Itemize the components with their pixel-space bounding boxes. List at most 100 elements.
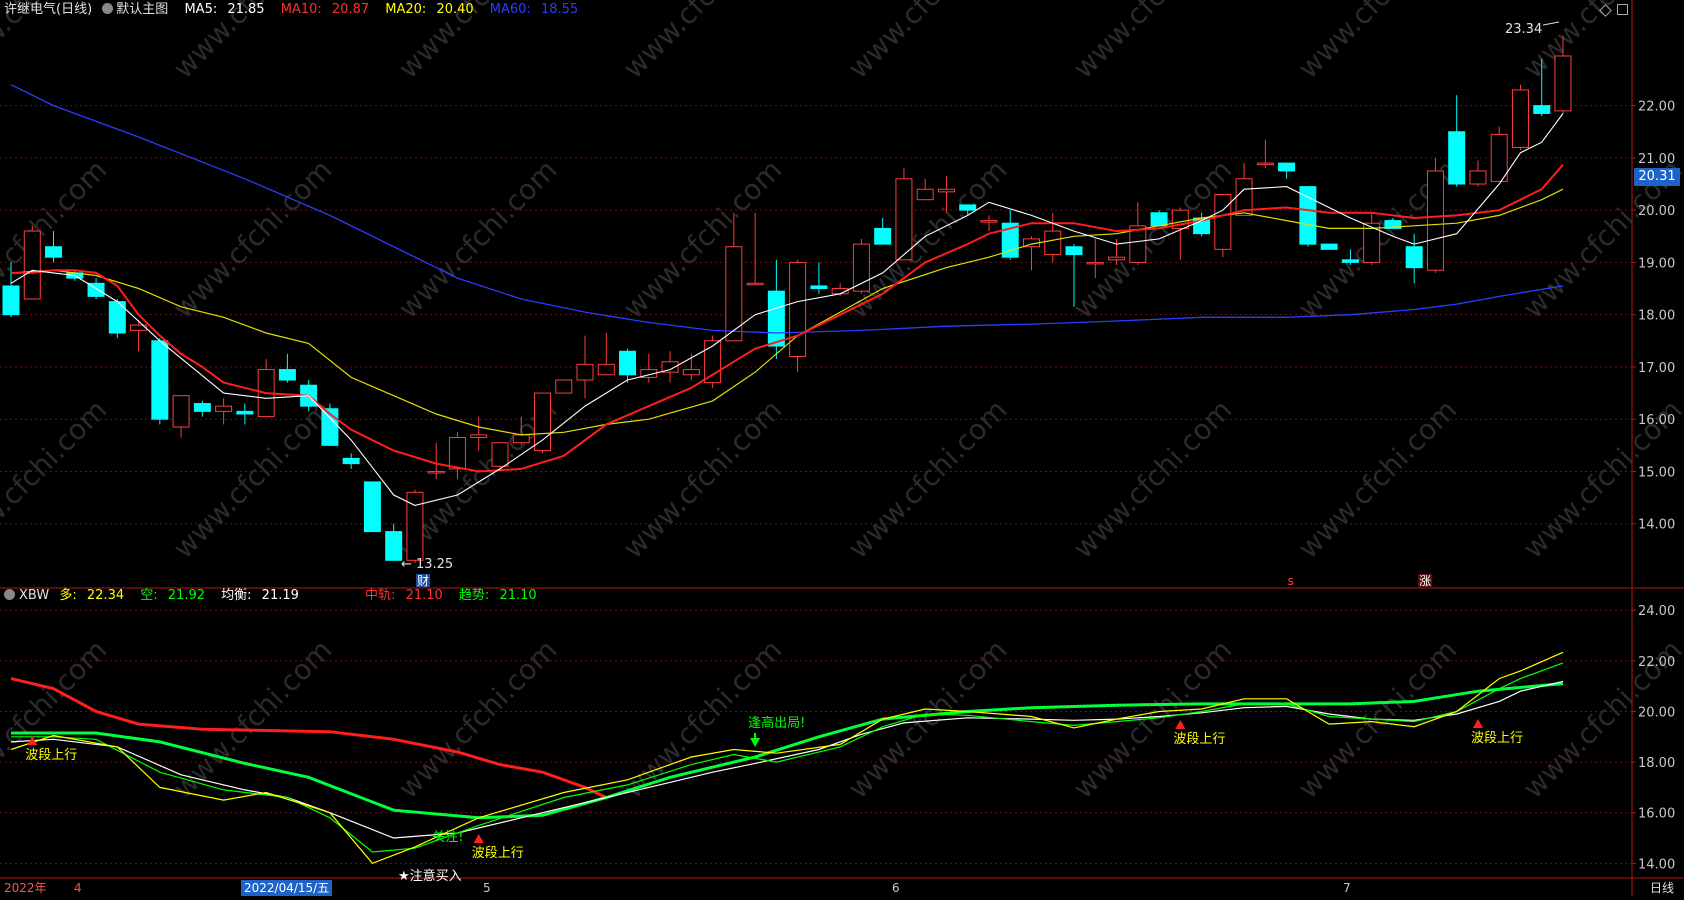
candle-body[interactable] xyxy=(1278,162,1296,172)
candle-body[interactable] xyxy=(1256,162,1274,166)
price-tick-label: 14.00 xyxy=(1638,518,1675,533)
candle-body[interactable] xyxy=(23,230,41,300)
xbw-junheng-value: 21.19 xyxy=(261,588,299,603)
wave-up-label: 波段上行 xyxy=(1471,731,1523,746)
candle-body[interactable] xyxy=(1448,131,1466,185)
candle-body[interactable] xyxy=(682,369,700,376)
ma10-line xyxy=(11,164,1564,473)
gear-icon xyxy=(102,3,114,14)
candle-body[interactable] xyxy=(1490,133,1508,182)
candle-body[interactable] xyxy=(385,531,403,561)
price-tick-label: 19.00 xyxy=(1638,256,1675,271)
candle-body[interactable] xyxy=(789,261,807,357)
candle-body[interactable] xyxy=(1405,246,1423,269)
template-selector[interactable]: 默认主图 xyxy=(102,2,174,17)
candle-body[interactable] xyxy=(427,470,445,474)
candle-body[interactable] xyxy=(470,434,488,438)
candle-body[interactable] xyxy=(895,178,913,261)
ma5-label: MA5: xyxy=(184,2,218,17)
ma20-label: MA20: xyxy=(385,2,427,17)
chart-canvas[interactable]: www.cfchi.com www.cfchi.com www.cfchi.com w… xyxy=(0,0,1684,896)
candle-body[interactable] xyxy=(852,243,870,292)
watermark-layer: www.cfchi.com www.cfchi.com www.cfchi.com w… xyxy=(0,0,1684,805)
candle-body[interactable] xyxy=(2,285,20,316)
candle-body[interactable] xyxy=(1426,170,1444,271)
candle-body[interactable] xyxy=(1299,186,1317,245)
watermark-text: www.cfchi.com xyxy=(1067,633,1239,805)
axes: 22.00 21.00 20.00 19.00 18.00 17.00 16.00 15.00… xyxy=(1632,100,1675,872)
candle-body[interactable] xyxy=(193,403,211,412)
candle-body[interactable] xyxy=(746,282,764,286)
stock-name[interactable]: 许继电气(日线) xyxy=(4,2,92,17)
candle-body[interactable] xyxy=(810,285,828,290)
candle-body[interactable] xyxy=(597,363,615,376)
high-price-label: 23.34 xyxy=(1505,22,1542,37)
candle-body[interactable] xyxy=(1044,230,1062,256)
candle-body[interactable] xyxy=(172,395,190,428)
ma20-value: 20.40 xyxy=(436,2,474,17)
candle-body[interactable] xyxy=(1065,246,1083,256)
xbw-zhonggui: 中轨: 21.10 xyxy=(365,588,449,603)
xbw-zhonggui-label: 中轨: xyxy=(365,588,396,603)
candle-body[interactable] xyxy=(45,246,63,258)
candle-body[interactable] xyxy=(1108,256,1126,261)
price-tick-label: 22.00 xyxy=(1638,100,1675,115)
candle-body[interactable] xyxy=(363,481,381,533)
candle-body[interactable] xyxy=(1214,193,1232,250)
candle-body[interactable] xyxy=(916,188,934,201)
candle-body[interactable] xyxy=(576,363,594,381)
xbw-kong: 空: 21.92 xyxy=(140,588,211,603)
event-label-s: s xyxy=(1288,574,1294,588)
candle-body[interactable] xyxy=(704,340,722,384)
candle-body[interactable] xyxy=(491,442,509,467)
xbw-name: XBW xyxy=(19,588,50,603)
template-label: 默认主图 xyxy=(116,2,169,17)
candle-body[interactable] xyxy=(619,350,637,376)
settings-icon[interactable] xyxy=(4,589,15,600)
buy-signal-triangle xyxy=(1472,719,1483,728)
candle-body[interactable] xyxy=(512,434,530,444)
candle-body[interactable] xyxy=(1320,243,1338,250)
candle-body[interactable] xyxy=(1086,261,1104,265)
time-month-5: 5 xyxy=(483,881,491,895)
xbw-header: XBW 多: 22.34 空: 21.92 均衡: 21.19 中轨: 21.1… xyxy=(4,586,549,606)
candle-body[interactable] xyxy=(236,410,254,415)
candle-body[interactable] xyxy=(874,227,892,245)
candle-body[interactable] xyxy=(1511,89,1529,148)
time-month-6: 6 xyxy=(892,881,900,895)
candle-body[interactable] xyxy=(342,457,360,465)
period-button[interactable]: 日线 xyxy=(1650,880,1674,896)
candle-body[interactable] xyxy=(937,188,955,193)
indicator-tick-label: 20.00 xyxy=(1638,705,1675,720)
watermark-text: www.cfchi.com xyxy=(617,153,789,325)
candle-body[interactable] xyxy=(448,437,466,470)
candle-body[interactable] xyxy=(1554,55,1572,112)
candle-body[interactable] xyxy=(534,392,552,452)
ma5-legend: MA5: 21.85 xyxy=(184,2,270,17)
time-month-4: 4 xyxy=(74,881,82,895)
candle-body[interactable] xyxy=(215,405,233,412)
buy-signal-triangle xyxy=(473,834,484,843)
candle-body[interactable] xyxy=(980,220,998,223)
candle-body[interactable] xyxy=(1469,170,1487,185)
watermark-text: www.cfchi.com xyxy=(1292,393,1464,565)
watermark-text: www.cfchi.com xyxy=(842,393,1014,565)
price-tick-label: 20.00 xyxy=(1638,204,1675,219)
candle-body[interactable] xyxy=(555,379,573,394)
candle-body[interactable] xyxy=(151,340,169,420)
window-toggle-icon[interactable] xyxy=(1617,4,1628,15)
candle-body[interactable] xyxy=(767,290,785,347)
xbw-zhonggui-value: 21.10 xyxy=(405,588,443,603)
candle-body[interactable] xyxy=(1150,212,1168,227)
candle-body[interactable] xyxy=(278,369,296,381)
candle-body[interactable] xyxy=(959,204,977,211)
xbw-qushi: 趋势: 21.10 xyxy=(459,588,543,603)
indicator-tick-label: 16.00 xyxy=(1638,807,1675,822)
main-header: 许继电气(日线) 默认主图 MA5: 21.85 MA10: 20.87 MA2… xyxy=(4,0,590,20)
candle-body[interactable] xyxy=(1533,105,1551,114)
ma10-value: 20.87 xyxy=(331,2,370,17)
price-tick-label: 18.00 xyxy=(1638,309,1675,324)
time-month-7: 7 xyxy=(1343,881,1351,895)
candle-body[interactable] xyxy=(1341,259,1359,263)
time-year-label: 2022年 xyxy=(4,881,47,895)
